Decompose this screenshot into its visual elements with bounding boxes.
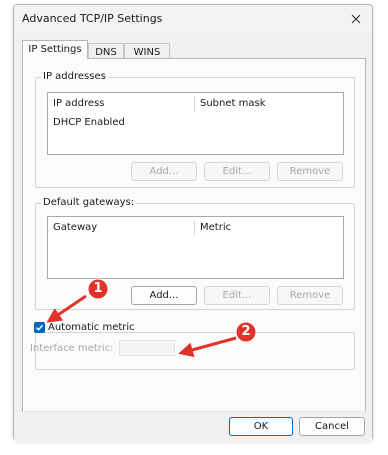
annotation-badge-2-label: 2	[241, 324, 251, 339]
annotation-arrows	[46, 278, 257, 358]
annotation-badge-1-label: 1	[93, 281, 103, 296]
annotation-arrow-1	[46, 294, 87, 323]
tab-ip-settings[interactable]: IP Settings	[22, 40, 88, 59]
annotation-arrow-2	[178, 336, 237, 358]
